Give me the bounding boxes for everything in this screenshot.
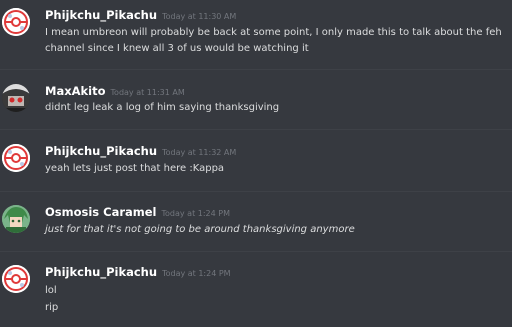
username[interactable]: Osmosis Caramel Today at 1:24 PM bbox=[45, 205, 230, 219]
divider bbox=[0, 191, 512, 192]
message-text: channel since I knew all 3 of us would b… bbox=[45, 43, 309, 54]
timestamp: Today at 11:30 AM bbox=[162, 12, 237, 21]
avatar[interactable] bbox=[2, 84, 30, 112]
author-name[interactable]: Osmosis Caramel bbox=[45, 205, 157, 219]
message-text: didnt leg leak a log of him saying thank… bbox=[45, 102, 280, 113]
message-text: rip bbox=[45, 302, 59, 313]
pokeball-flower-icon bbox=[2, 144, 30, 172]
avatar[interactable] bbox=[2, 8, 30, 36]
author-name[interactable]: Phijkchu_Pikachu bbox=[45, 144, 157, 158]
pokeball-flower-icon bbox=[2, 8, 30, 36]
message-text: I mean umbreon will probably be back at … bbox=[45, 27, 502, 38]
username[interactable]: Phijkchu_Pikachu Today at 11:30 AM bbox=[45, 8, 236, 22]
avatar[interactable] bbox=[2, 265, 30, 293]
avatar[interactable] bbox=[2, 205, 30, 233]
message-text: yeah lets just post that here :Kappa bbox=[45, 163, 225, 174]
message-text: just for that it's not going to be aroun… bbox=[45, 224, 355, 235]
author-name[interactable]: Phijkchu_Pikachu bbox=[45, 8, 157, 22]
divider bbox=[0, 129, 512, 130]
divider bbox=[0, 251, 512, 252]
avatar[interactable] bbox=[2, 144, 30, 172]
message-text: lol bbox=[45, 285, 57, 296]
timestamp: Today at 1:24 PM bbox=[161, 209, 231, 218]
timestamp: Today at 1:24 PM bbox=[162, 269, 231, 278]
author-name[interactable]: Phijkchu_Pikachu bbox=[45, 265, 157, 279]
pokeball-flower-icon bbox=[2, 265, 30, 293]
timestamp: Today at 11:31 AM bbox=[110, 88, 185, 97]
red-eyed-character-icon bbox=[2, 84, 30, 112]
username[interactable]: MaxAkito Today at 11:31 AM bbox=[45, 84, 185, 98]
green-hair-character-icon bbox=[2, 205, 30, 233]
username[interactable]: Phijkchu_Pikachu Today at 11:32 AM bbox=[45, 144, 236, 158]
username[interactable]: Phijkchu_Pikachu Today at 1:24 PM bbox=[45, 265, 231, 279]
divider bbox=[0, 69, 512, 70]
author-name[interactable]: MaxAkito bbox=[45, 84, 106, 98]
timestamp: Today at 11:32 AM bbox=[162, 148, 237, 157]
